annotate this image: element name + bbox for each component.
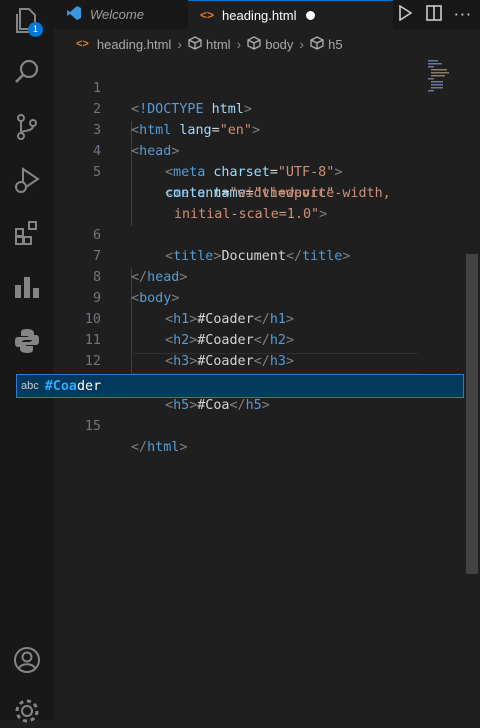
code-line: 11 <h3>#Coader</h3>: [84, 333, 294, 369]
code-line: 1 <!DOCTYPE html>: [92, 81, 252, 117]
run-debug-icon[interactable]: [10, 163, 44, 197]
run-icon[interactable]: [398, 4, 413, 25]
tab-heading-html[interactable]: <> heading.html: [188, 0, 393, 29]
unsaved-dot-icon[interactable]: [306, 10, 316, 20]
code-line: 2 <html lang="en">: [92, 102, 260, 138]
html-file-icon: <>: [200, 8, 215, 22]
chevron-right-icon: ›: [177, 36, 182, 52]
breadcrumb-h5[interactable]: h5: [310, 35, 343, 53]
scrollbar-thumb[interactable]: [466, 254, 478, 574]
element-cube-icon: [188, 35, 202, 53]
tab-bar: Welcome <> heading.html ···: [54, 0, 480, 29]
code-line: 8 <body>: [92, 270, 180, 306]
chevron-right-icon: ›: [236, 36, 242, 52]
minimap[interactable]: [426, 59, 449, 99]
settings-gear-icon[interactable]: [10, 694, 44, 728]
element-cube-icon: [247, 35, 261, 53]
code-line: 15 </html>: [84, 419, 188, 455]
html-file-icon: <>: [76, 38, 89, 50]
search-icon[interactable]: [10, 55, 44, 89]
source-control-icon[interactable]: [10, 110, 44, 144]
code-line-current: 13 <h5>#Coa</h5>: [85, 377, 270, 413]
element-cube-icon: [310, 35, 324, 53]
breadcrumb-html[interactable]: html: [188, 35, 231, 53]
suggestion-label: #Coader: [44, 378, 102, 394]
extensions-icon[interactable]: [10, 216, 44, 250]
python-icon[interactable]: [10, 324, 44, 358]
vertical-scrollbar[interactable]: [464, 59, 480, 720]
breadcrumb: <> heading.html › html › body › h5: [54, 29, 480, 59]
code-line: 9 <h1>#Coader</h1>: [92, 291, 294, 327]
more-actions-icon[interactable]: ···: [454, 5, 472, 24]
tab-welcome[interactable]: Welcome: [54, 0, 188, 29]
tab-label: heading.html: [222, 7, 297, 23]
chevron-right-icon: ›: [299, 36, 305, 52]
code-line: 6 <title>Document</title>: [92, 228, 351, 264]
autocomplete-suggestion[interactable]: abc #Coader: [16, 374, 464, 398]
code-line: 7 </head>: [92, 249, 188, 285]
explorer-badge: 1: [28, 22, 43, 37]
text-kind-icon: abc: [21, 380, 39, 392]
vscode-logo-icon: [66, 5, 82, 24]
code-line: 12 <h4>#Coader</h4>: [84, 354, 294, 390]
code-line-wrap: content="width=device-width,: [165, 186, 391, 201]
account-icon[interactable]: [10, 643, 44, 677]
code-line-wrap: initial-scale=1.0">: [174, 207, 328, 222]
code-line: 5 <meta name="viewport": [92, 165, 335, 201]
breadcrumb-file[interactable]: <> heading.html: [76, 37, 171, 52]
code-line: 4 <meta charset="UTF-8">: [92, 144, 343, 180]
split-editor-icon[interactable]: [425, 4, 442, 25]
code-line: 10 <h2>#Coader</h2>: [84, 312, 294, 348]
activity-bar: 1: [0, 0, 54, 723]
editor-actions: ···: [398, 0, 480, 29]
breadcrumb-body[interactable]: body: [247, 35, 293, 53]
tab-label: Welcome: [90, 7, 144, 22]
code-line: 3 <head>: [92, 123, 180, 159]
charts-icon[interactable]: [10, 270, 44, 304]
